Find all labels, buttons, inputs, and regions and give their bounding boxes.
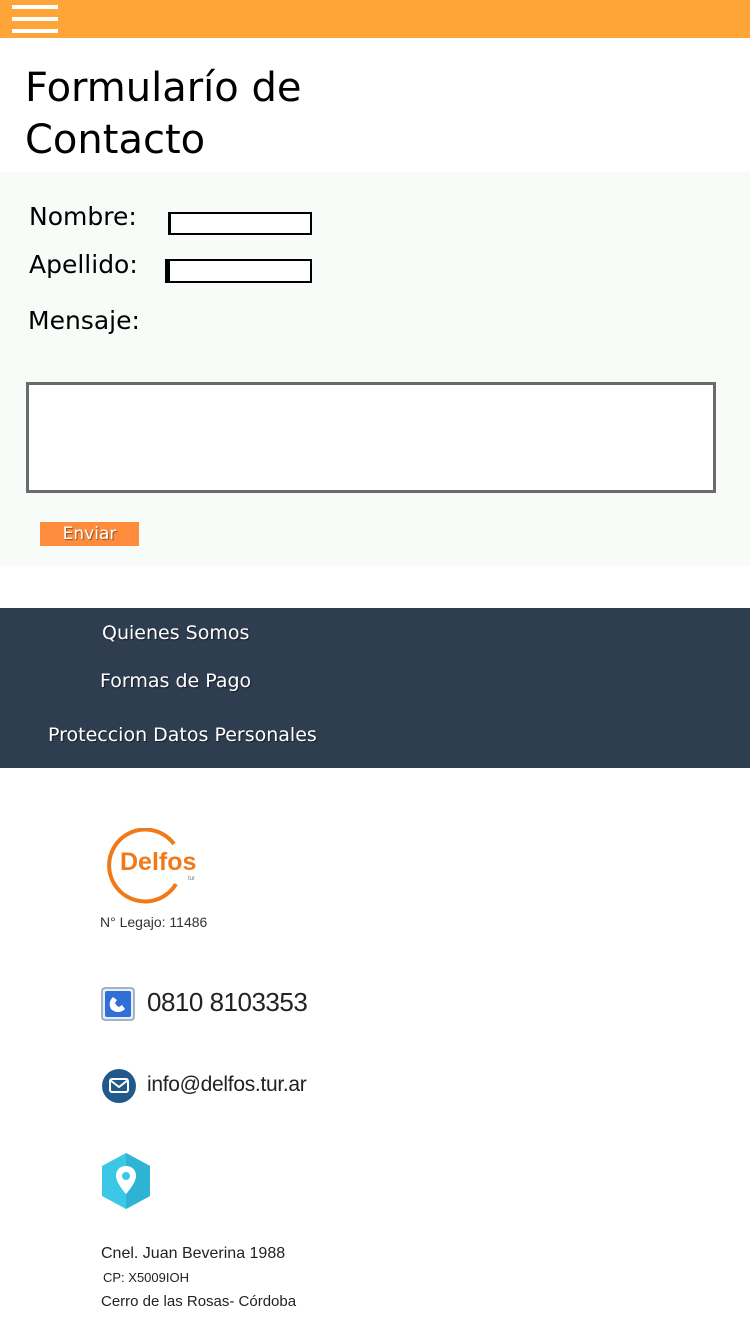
mensaje-label: Mensaje: [28, 306, 140, 335]
enviar-button[interactable]: Enviar [40, 522, 139, 546]
phone-number[interactable]: 0810 8103353 [147, 987, 308, 1018]
email-link[interactable]: info@delfos.tur.ar [147, 1073, 307, 1097]
address-street: Cnel. Juan Beverina 1988 [101, 1245, 286, 1262]
hamburger-menu-icon[interactable] [12, 3, 58, 35]
nombre-input[interactable] [168, 212, 312, 235]
logo-subtext: tur [188, 876, 195, 882]
address-city: Cerro de las Rosas- Córdoba [101, 1293, 297, 1310]
delfos-logo: Delfos tur [104, 827, 202, 908]
mensaje-textarea[interactable] [26, 382, 716, 493]
legajo-number: N° Legajo: 11486 [100, 914, 208, 930]
envelope-icon [101, 1068, 137, 1104]
nav-link-formas-de-pago[interactable]: Formas de Pago [100, 670, 251, 692]
apellido-input[interactable] [165, 259, 312, 283]
nav-link-proteccion-datos[interactable]: Proteccion Datos Personales [48, 724, 317, 746]
footer-nav: Quienes Somos Formas de Pago Proteccion … [0, 608, 750, 768]
telephone-icon [101, 987, 135, 1021]
top-bar [0, 0, 750, 38]
nav-link-quienes-somos[interactable]: Quienes Somos [102, 622, 249, 644]
logo-wordmark: Delfos [120, 848, 196, 876]
nombre-label: Nombre: [29, 202, 137, 231]
menu-line [12, 5, 58, 9]
page-title: Formularío de Contacto [25, 65, 302, 163]
menu-line [12, 17, 58, 21]
apellido-label: Apellido: [29, 250, 138, 279]
address-postal-code: CP: X5009IOH [103, 1270, 189, 1285]
contact-form: Nombre: Apellido: Mensaje: Enviar [0, 172, 750, 566]
menu-line [12, 29, 58, 33]
map-pin-icon [101, 1152, 151, 1210]
